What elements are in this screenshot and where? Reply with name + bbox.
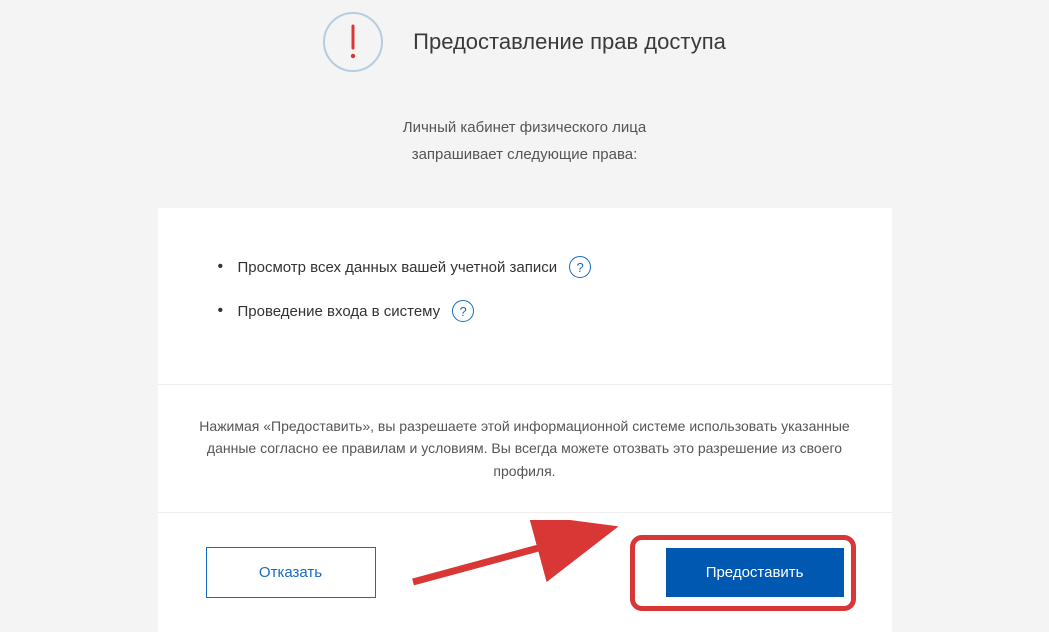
buttons-section: Отказать Предоставить	[158, 513, 892, 632]
list-item: Просмотр всех данных вашей учетной запис…	[218, 256, 832, 278]
permissions-card: Просмотр всех данных вашей учетной запис…	[158, 208, 892, 632]
subtitle-line-1: Личный кабинет физического лица	[0, 114, 1049, 141]
permissions-list: Просмотр всех данных вашей учетной запис…	[158, 208, 892, 385]
alert-icon	[323, 12, 383, 72]
help-icon[interactable]: ?	[569, 256, 591, 278]
page-title: Предоставление прав доступа	[413, 29, 726, 55]
disclaimer-section: Нажимая «Предоставить», вы разрешаете эт…	[158, 385, 892, 513]
disclaimer-text: Нажимая «Предоставить», вы разрешаете эт…	[199, 418, 849, 479]
subtitle-section: Личный кабинет физического лица запрашив…	[0, 114, 1049, 168]
accept-button[interactable]: Предоставить	[666, 548, 844, 597]
decline-button[interactable]: Отказать	[206, 547, 376, 598]
permission-label: Проведение входа в систему	[238, 303, 441, 320]
header-section: Предоставление прав доступа	[0, 0, 1049, 72]
permission-label: Просмотр всех данных вашей учетной запис…	[238, 259, 558, 276]
subtitle-line-2: запрашивает следующие права:	[0, 141, 1049, 168]
list-item: Проведение входа в систему ?	[218, 300, 832, 322]
help-icon[interactable]: ?	[452, 300, 474, 322]
